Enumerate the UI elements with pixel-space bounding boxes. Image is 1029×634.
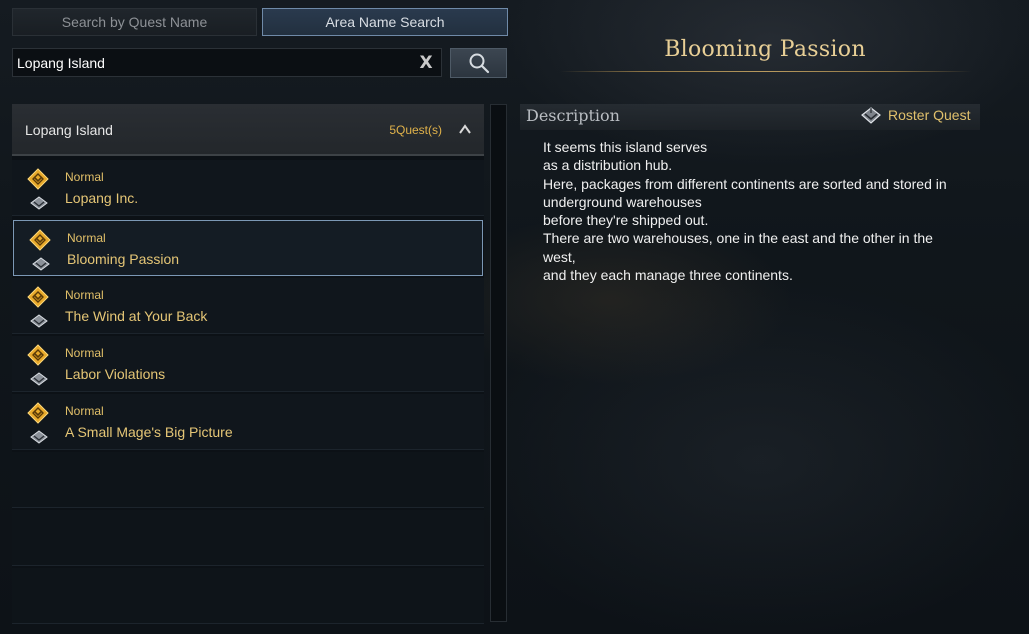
roster-emblem-icon — [30, 430, 48, 444]
description-label: Description — [526, 106, 620, 125]
quest-row-selected[interactable]: Normal Blooming Passion — [13, 220, 483, 276]
quest-type: Normal — [65, 288, 104, 302]
title-divider — [560, 71, 972, 72]
search-box: X — [12, 48, 442, 77]
quest-name: Blooming Passion — [67, 251, 180, 267]
quest-list-scrollbar[interactable] — [490, 104, 507, 622]
description-line: underground warehouses — [543, 193, 702, 210]
quest-row[interactable]: Normal The Wind at Your Back — [12, 278, 484, 334]
description-text: It seems this island serves as a distrib… — [543, 138, 983, 284]
description-line: Here, packages from different continents… — [543, 175, 947, 192]
description-line: west, — [543, 248, 576, 265]
empty-row — [12, 452, 484, 508]
quest-journal: Search by Quest Name Area Name Search X … — [0, 0, 1029, 634]
roster-emblem-icon — [30, 196, 48, 210]
description-header: Description Roster Quest — [520, 104, 980, 130]
quest-type: Normal — [65, 170, 104, 184]
area-group-name: Lopang Island — [25, 122, 113, 138]
quest-count: 5Quest(s) — [389, 123, 442, 137]
quest-type: Normal — [67, 231, 106, 245]
quest-kind-label: Roster Quest — [888, 107, 971, 123]
roster-emblem-icon — [30, 314, 48, 328]
gold-diamond-icon — [29, 229, 51, 251]
tab-search-by-quest-name[interactable]: Search by Quest Name — [12, 8, 257, 36]
roster-emblem-icon — [861, 107, 881, 124]
chevron-up-icon[interactable] — [458, 122, 472, 136]
quest-type: Normal — [65, 346, 104, 360]
area-group-header[interactable]: Lopang Island 5Quest(s) — [12, 104, 484, 156]
gold-diamond-icon — [27, 344, 49, 366]
description-line: There are two warehouses, one in the eas… — [543, 230, 933, 247]
search-icon — [469, 53, 489, 74]
roster-emblem-icon — [30, 372, 48, 386]
roster-emblem-icon — [32, 257, 50, 271]
gold-diamond-icon — [27, 402, 49, 424]
gold-diamond-icon — [27, 168, 49, 190]
description-line: before they're shipped out. — [543, 212, 709, 229]
quest-list: Lopang Island 5Quest(s) Normal Lopang In… — [12, 104, 484, 624]
quest-name: A Small Mage's Big Picture — [65, 424, 233, 440]
tab-area-name-search[interactable]: Area Name Search — [262, 8, 508, 36]
empty-row — [12, 510, 484, 566]
gold-diamond-icon — [27, 286, 49, 308]
search-input[interactable] — [13, 49, 411, 76]
quest-name: Labor Violations — [65, 366, 166, 382]
description-line: It seems this island serves — [543, 139, 708, 155]
clear-search-button[interactable]: X — [411, 49, 441, 76]
empty-row — [12, 568, 484, 624]
quest-row[interactable]: Normal A Small Mage's Big Picture — [12, 394, 484, 450]
description-line: and they each manage three continents. — [543, 267, 793, 284]
quest-name: The Wind at Your Back — [65, 308, 208, 324]
quest-row[interactable]: Normal Lopang Inc. — [12, 160, 484, 216]
quest-title: Blooming Passion — [664, 37, 866, 62]
quest-name: Lopang Inc. — [65, 190, 139, 206]
description-line: as a distribution hub. — [543, 157, 673, 174]
search-button[interactable] — [450, 48, 507, 78]
quest-row[interactable]: Normal Labor Violations — [12, 336, 484, 392]
quest-type: Normal — [65, 404, 104, 418]
